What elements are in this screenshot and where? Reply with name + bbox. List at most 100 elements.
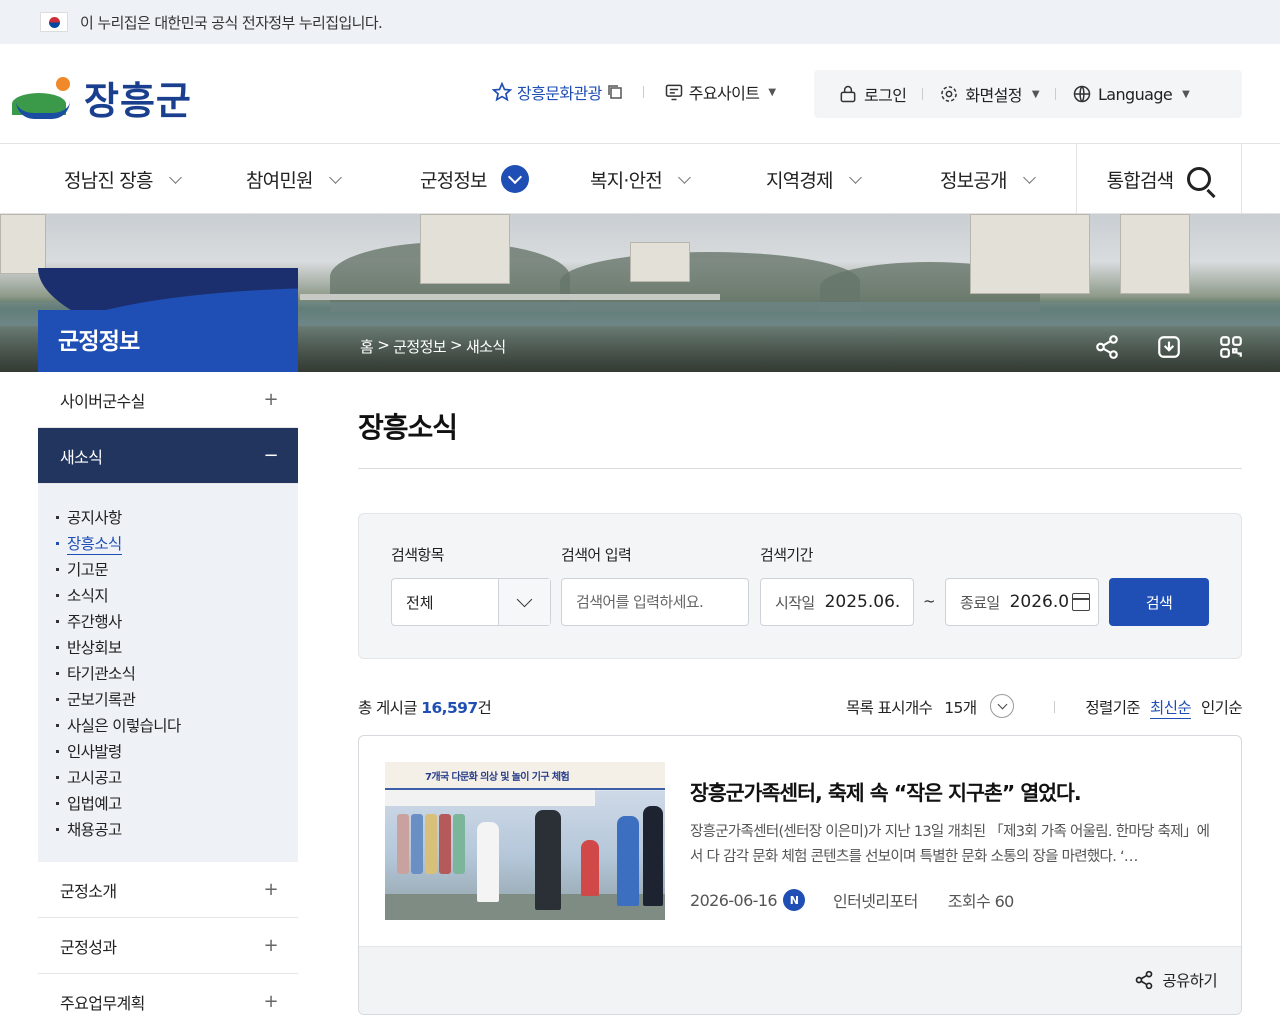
main-navigation: 정남진 장흥 참여민원 군정정보 복지·안전 지역경제 정보공개 통합검색 [0,144,1280,214]
list-toolbar: 총 게시글 16,597건 목록 표시개수 15개 정렬기준 최신순 인기순 [358,694,1243,720]
monitor-icon [665,84,682,101]
left-navigation: 사이버군수실 + 새소식 − 공지사항장흥소식기고문소식지 주간행사반상회보타기관소식… [38,372,298,1024]
lnb-sub-item[interactable]: 기고문 [56,556,298,582]
chevron-down-icon [678,170,691,184]
lnb-sub-item[interactable]: 사실은 이렇습니다 [56,712,298,738]
gnb-item-jeongnamjin[interactable]: 정남진 장흥 [64,144,182,214]
integrated-search-button[interactable]: 통합검색 [1076,144,1242,214]
page-title: 장흥소식 [358,411,458,444]
plus-icon: + [263,935,279,956]
breadcrumb-county-info[interactable]: 군정정보 [393,336,446,357]
news-summary: 장흥군가족센터(센터장 이은미)가 지난 13일 개최된 「제3회 가족 어울림… [690,824,1210,865]
lnb-label: 군정소개 [60,881,117,901]
lnb-sub-item[interactable]: 공지사항 [56,504,298,530]
site-logo[interactable]: 장흥군 [12,70,192,125]
sort-latest-link[interactable]: 최신순 [1150,696,1192,719]
total-number: 16,597 [421,699,478,717]
per-page-value: 15개 [944,699,977,717]
main-sites-dropdown[interactable]: 주요사이트 ▼ [664,80,776,104]
sort-popular-link[interactable]: 인기순 [1201,696,1243,719]
share-button[interactable]: 공유하기 [1134,969,1218,991]
share-label: 공유하기 [1162,972,1217,990]
lnb-item-news[interactable]: 새소식 − [38,428,298,484]
plus-icon: + [263,991,279,1012]
site-header: 장흥군 장흥문화관광 주요사이트 ▼ 로그인 화면설정 ▼ Language ▼ [0,44,1280,144]
globe-icon [1073,85,1091,103]
lnb-item-county-intro[interactable]: 군정소개 + [38,862,298,918]
start-date-value: 2025.06. [824,592,901,612]
news-card[interactable]: 7개국 다문화 의상 및 놀이 기구 체험 장흥군가족센터, 축제 속 “작은 … [358,735,1242,1015]
breadcrumb: 홈 > 군정정보 > 새소식 [360,336,506,357]
total-prefix: 총 게시글 [358,699,418,717]
title-divider [358,468,1242,469]
culture-tour-label: 장흥문화관광 [517,84,602,103]
news-title[interactable]: 장흥군가족센터, 축제 속 “작은 지구촌” 열었다. [690,776,1082,806]
lnb-sub-label: 입법예고 [67,795,122,813]
gov-banner: 이 누리집은 대한민국 공식 전자정부 누리집입니다. [0,0,1280,44]
per-page-control: 목록 표시개수 15개 [846,694,1015,718]
total-count: 총 게시글 16,597건 [358,696,492,718]
share-icon[interactable] [1094,334,1120,360]
share-icon [1136,970,1153,990]
keyword-input[interactable] [561,578,749,626]
lnb-label: 주요업무계획 [60,993,145,1013]
lock-icon [840,85,856,103]
gnb-item-welfare[interactable]: 복지·안전 [590,144,691,214]
gnb-label: 정보공개 [940,169,1008,192]
breadcrumb-home[interactable]: 홈 [360,336,374,357]
logo-text: 장흥군 [84,79,192,123]
period-label: 검색기간 [760,546,813,564]
gnb-item-disclosure[interactable]: 정보공개 [940,144,1036,214]
per-page-select[interactable]: 15개 [944,694,1015,718]
gnb-label: 참여민원 [246,169,314,192]
login-link[interactable]: 로그인 [838,82,907,106]
lnb-sub-item[interactable]: 소식지 [56,582,298,608]
lnb-sub-item[interactable]: 주간행사 [56,608,298,634]
lnb-sub-item[interactable]: 인사발령 [56,738,298,764]
keyword-label: 검색어 입력 [561,546,632,564]
lnb-sub-item[interactable]: 고시공고 [56,764,298,790]
chevron-down-active-icon [500,165,529,193]
gnb-label: 정남진 장흥 [64,169,153,192]
lnb-sub-item[interactable]: 반상회보 [56,634,298,660]
news-writer: 인터넷리포터 [833,892,918,911]
lnb-sub-label: 기고문 [67,561,109,579]
lnb-sub-label: 고시공고 [67,769,122,787]
sort-control: 정렬기준 최신순 인기순 [1085,696,1243,719]
breadcrumb-news[interactable]: 새소식 [466,336,506,357]
search-panel: 검색항목 검색어 입력 검색기간 전체 시작일 2025.06. ~ 종료일 2… [358,513,1242,659]
new-badge: N [783,889,805,911]
category-select[interactable]: 전체 [391,578,551,626]
gnb-label: 지역경제 [766,169,834,192]
search-button[interactable]: 검색 [1109,578,1209,626]
download-icon[interactable] [1156,334,1182,360]
gnb-item-county-info[interactable]: 군정정보 [420,144,529,214]
lnb-item-work-plan[interactable]: 주요업무계획 + [38,974,298,1024]
lnb-sub-item[interactable]: 장흥소식 [56,530,298,556]
news-date: 2026-06-16 [690,890,778,910]
language-label: Language [1097,84,1173,104]
lnb-sub-item[interactable]: 채용공고 [56,816,298,842]
total-suffix: 건 [477,699,492,717]
calendar-icon[interactable] [1072,593,1090,611]
lnb-sub-item[interactable]: 타기관소식 [56,660,298,686]
caret-down-icon: ▼ [768,86,776,98]
per-page-label: 목록 표시개수 [846,699,933,717]
qr-code-icon[interactable] [1218,334,1244,360]
lnb-sub-item[interactable]: 군보기록관 [56,686,298,712]
lnb-sub-label: 공지사항 [67,509,122,527]
gnb-item-civil[interactable]: 참여민원 [246,144,342,214]
gnb-item-economy[interactable]: 지역경제 [766,144,862,214]
screen-settings-dropdown[interactable]: 화면설정 ▼ [939,82,1040,106]
news-thumbnail[interactable]: 7개국 다문화 의상 및 놀이 기구 체험 [385,762,665,920]
lnb-sub-label: 장흥소식 [67,532,122,555]
end-date-field[interactable]: 종료일 2026.0 [945,578,1099,626]
culture-tour-link[interactable]: 장흥문화관광 [492,80,623,104]
start-date-field[interactable]: 시작일 2025.06. [760,578,914,626]
lnb-sub-label: 반상회보 [67,639,122,657]
news-views: 조회수 60 [947,892,1015,911]
lnb-sub-item[interactable]: 입법예고 [56,790,298,816]
lnb-item-achievements[interactable]: 군정성과 + [38,918,298,974]
lnb-item-cyber-office[interactable]: 사이버군수실 + [38,372,298,428]
language-dropdown[interactable]: Language ▼ [1072,84,1190,104]
